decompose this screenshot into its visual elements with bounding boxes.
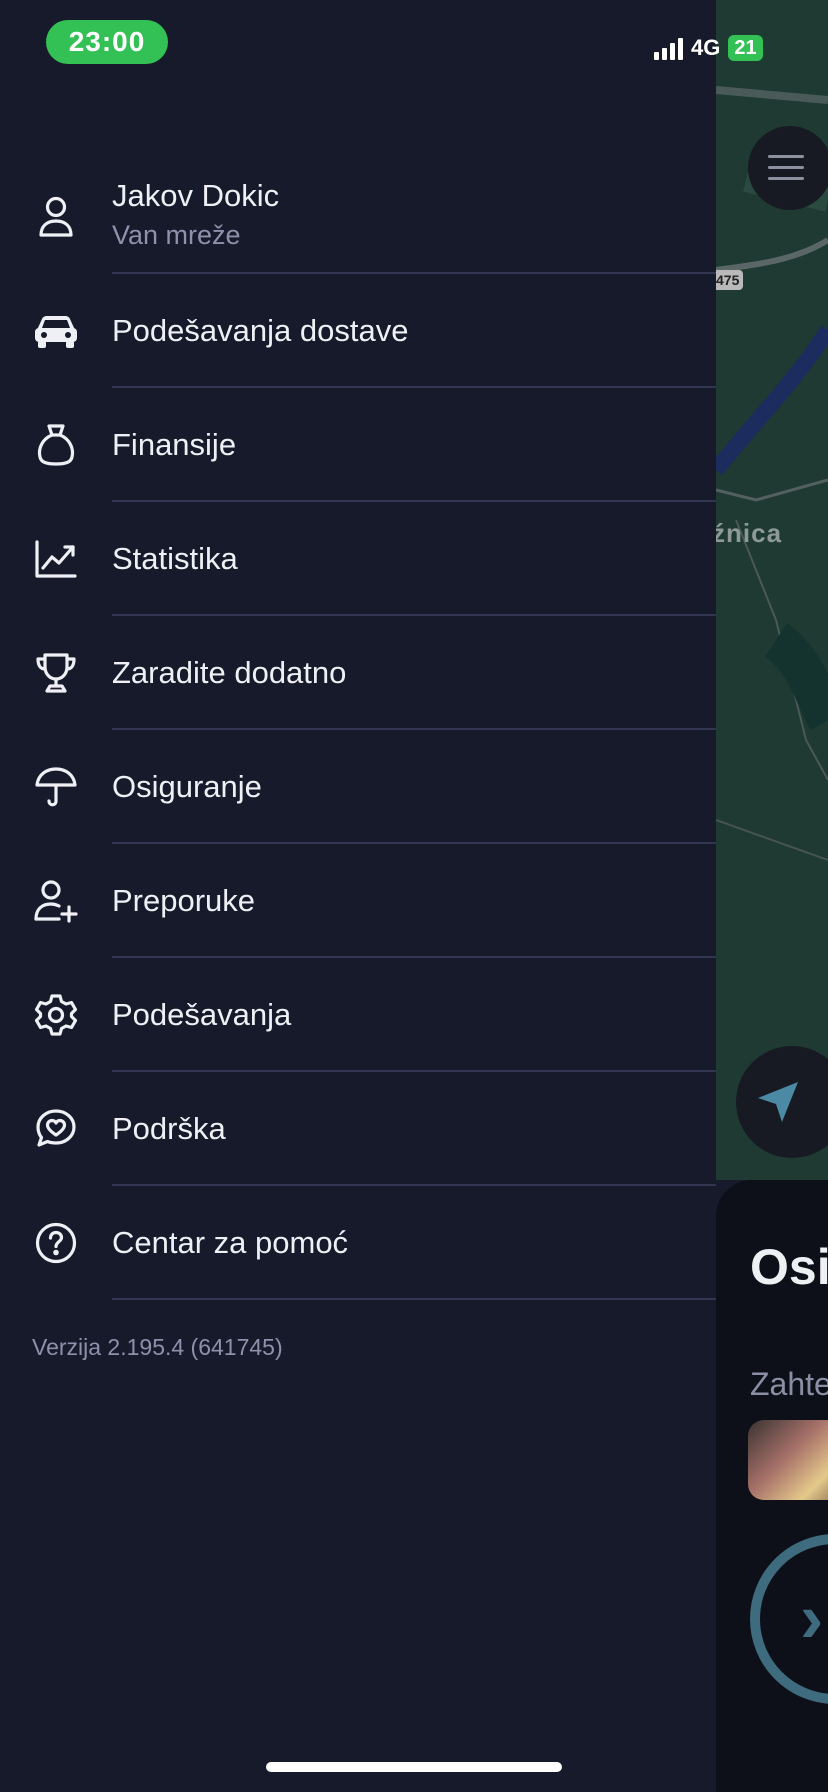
menu-item-help-center[interactable]: Centar za pomoć	[0, 1186, 716, 1300]
bottom-sheet-thumbnail[interactable]	[748, 1420, 828, 1500]
map-road-number: 475	[712, 270, 744, 290]
drawer-menu: Jakov Dokic Van mreže Podešavanja dostav…	[0, 160, 716, 1300]
status-indicators: 4G 21	[654, 34, 763, 62]
menu-item-settings[interactable]: Podešavanja	[0, 958, 716, 1072]
chart-icon	[32, 535, 80, 583]
hamburger-icon	[768, 155, 804, 180]
trophy-icon	[32, 649, 80, 697]
profile-item[interactable]: Jakov Dokic Van mreže	[0, 160, 716, 274]
menu-item-support[interactable]: Podrška	[0, 1072, 716, 1186]
menu-item-label: Podrška	[112, 1111, 226, 1146]
divider	[112, 1298, 716, 1300]
chevron-right-icon: ›	[800, 1579, 824, 1657]
menu-item-label: Osiguranje	[112, 769, 262, 804]
menu-item-label: Podešavanja dostave	[112, 313, 409, 348]
status-time: 23:00	[46, 20, 168, 64]
home-indicator[interactable]	[266, 1762, 562, 1772]
network-type: 4G	[691, 35, 721, 60]
menu-item-label: Finansije	[112, 427, 237, 462]
umbrella-icon	[32, 763, 80, 811]
user-icon	[32, 193, 80, 241]
car-icon	[32, 307, 80, 355]
menu-item-label: Podešavanja	[112, 997, 292, 1032]
battery-indicator: 21	[728, 35, 763, 61]
navigation-drawer: 23:00 4G 21 Jakov Dokic Van mreže Podeša…	[0, 0, 763, 1792]
screen: 475 źnica Osi Zahte › 23:00 4G 21 Jakov …	[0, 0, 828, 1792]
navigation-arrow-icon	[758, 1082, 798, 1122]
bottom-sheet-title: Osi	[750, 1239, 828, 1295]
menu-item-referrals[interactable]: Preporuke	[0, 844, 716, 958]
menu-item-finance[interactable]: Finansije	[0, 388, 716, 502]
menu-item-label: Zaradite dodatno	[112, 655, 347, 690]
menu-item-statistics[interactable]: Statistika	[0, 502, 716, 616]
money-bag-icon	[32, 421, 80, 469]
help-icon	[32, 1219, 80, 1267]
bottom-sheet-subtitle: Zahte	[750, 1366, 828, 1402]
chat-heart-icon	[32, 1105, 80, 1153]
menu-item-label: Statistika	[112, 541, 238, 576]
menu-item-earn-extra[interactable]: Zaradite dodatno	[0, 616, 716, 730]
gear-icon	[32, 991, 80, 1039]
add-user-icon	[32, 877, 80, 925]
app-version: Verzija 2.195.4 (641745)	[32, 1334, 283, 1360]
map-menu-button[interactable]	[748, 126, 828, 210]
map-place-label: źnica	[712, 518, 783, 548]
profile-name: Jakov Dokic	[112, 178, 280, 213]
menu-item-delivery-settings[interactable]: Podešavanja dostave	[0, 274, 716, 388]
signal-icon	[654, 36, 683, 60]
profile-status: Van mreže	[112, 220, 241, 250]
menu-item-insurance[interactable]: Osiguranje	[0, 730, 716, 844]
menu-item-label: Centar za pomoć	[112, 1225, 349, 1260]
menu-item-label: Preporuke	[112, 883, 256, 918]
